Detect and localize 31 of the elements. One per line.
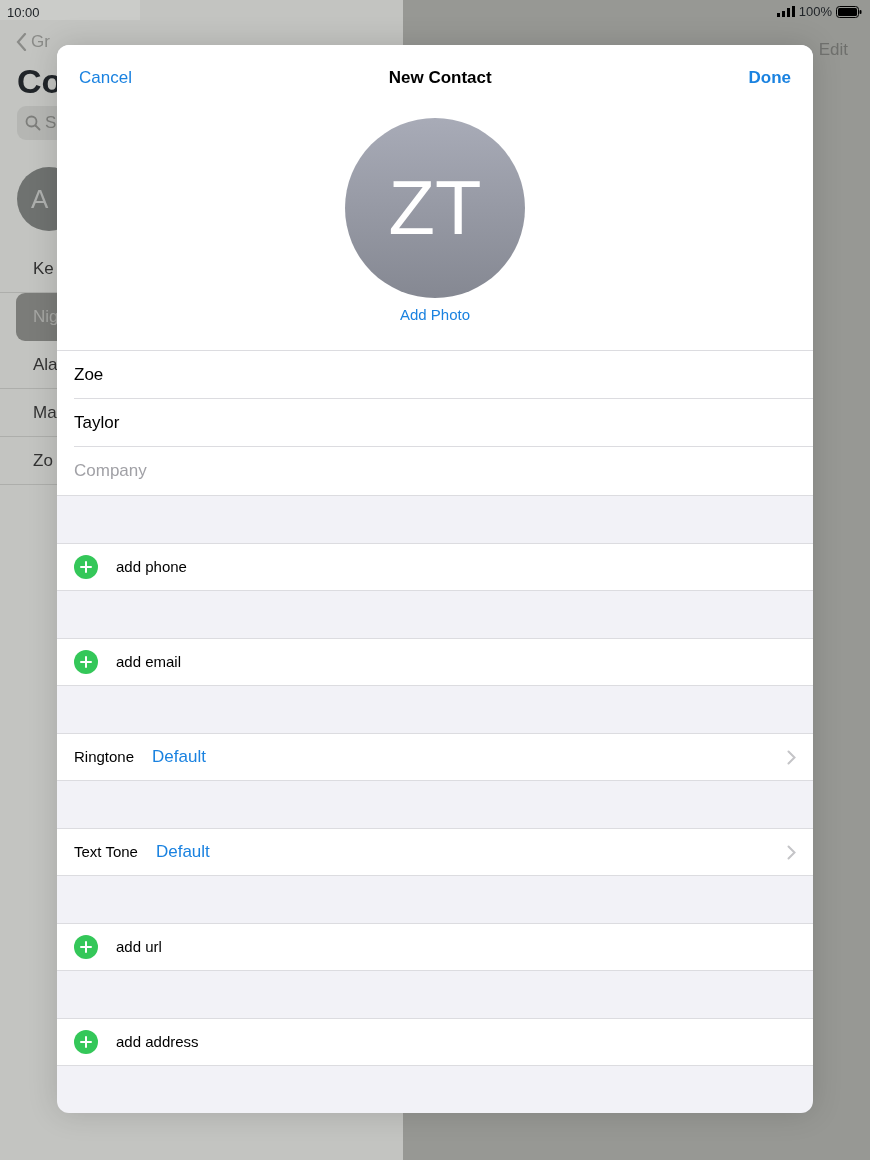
row-value: Default bbox=[152, 746, 206, 769]
add-field-row[interactable]: add phone bbox=[57, 543, 813, 591]
add-icon[interactable] bbox=[74, 650, 98, 674]
battery-percent: 100% bbox=[798, 3, 832, 21]
done-button[interactable]: Done bbox=[748, 65, 791, 91]
chevron-right-icon bbox=[787, 844, 796, 860]
contact-avatar: ZT bbox=[345, 117, 525, 298]
row-label: add email bbox=[116, 651, 182, 672]
setting-row[interactable]: Text Tone Default bbox=[57, 828, 813, 876]
sheet-title: New Contact bbox=[388, 67, 492, 89]
chevron-right-icon bbox=[787, 749, 796, 765]
cancel-button[interactable]: Cancel bbox=[79, 65, 132, 91]
search-icon bbox=[25, 115, 41, 131]
row-label: add url bbox=[116, 936, 162, 957]
add-icon[interactable] bbox=[74, 1030, 98, 1054]
add-icon[interactable] bbox=[74, 935, 98, 959]
add-field-row[interactable]: add url bbox=[57, 923, 813, 971]
row-label: Text Tone bbox=[74, 841, 138, 862]
row-label: Ringtone bbox=[74, 746, 135, 767]
status-time: 10:00 bbox=[0, 0, 140, 20]
add-field-row[interactable]: add address bbox=[57, 1018, 813, 1066]
back-chevron-icon[interactable] bbox=[16, 33, 27, 51]
signal-icon bbox=[776, 6, 795, 18]
row-label: add address bbox=[116, 1031, 199, 1052]
row-label: add phone bbox=[116, 556, 187, 577]
add-photo-link[interactable]: Add Photo bbox=[399, 303, 471, 326]
battery-icon bbox=[836, 5, 862, 18]
add-icon[interactable] bbox=[74, 555, 98, 579]
add-field-row[interactable]: add email bbox=[57, 638, 813, 686]
row-value: Default bbox=[155, 841, 210, 864]
setting-row[interactable]: Ringtone Default bbox=[57, 733, 813, 781]
